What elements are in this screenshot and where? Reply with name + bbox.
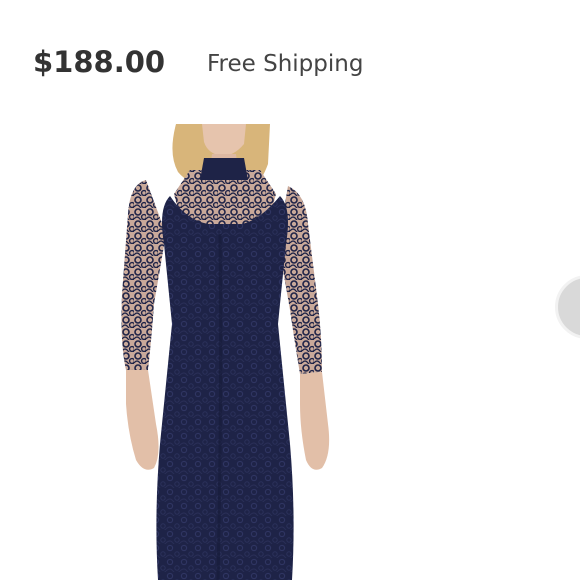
dress-body bbox=[156, 196, 294, 580]
listing-page: $188.00 Free Shipping bbox=[0, 0, 580, 580]
price-row: $188.00 Free Shipping bbox=[0, 0, 580, 120]
product-image[interactable] bbox=[110, 124, 340, 580]
shipping-label: Free Shipping bbox=[207, 51, 364, 77]
left-sleeve bbox=[121, 180, 166, 370]
price: $188.00 bbox=[33, 45, 166, 79]
next-image-button[interactable] bbox=[555, 275, 580, 339]
